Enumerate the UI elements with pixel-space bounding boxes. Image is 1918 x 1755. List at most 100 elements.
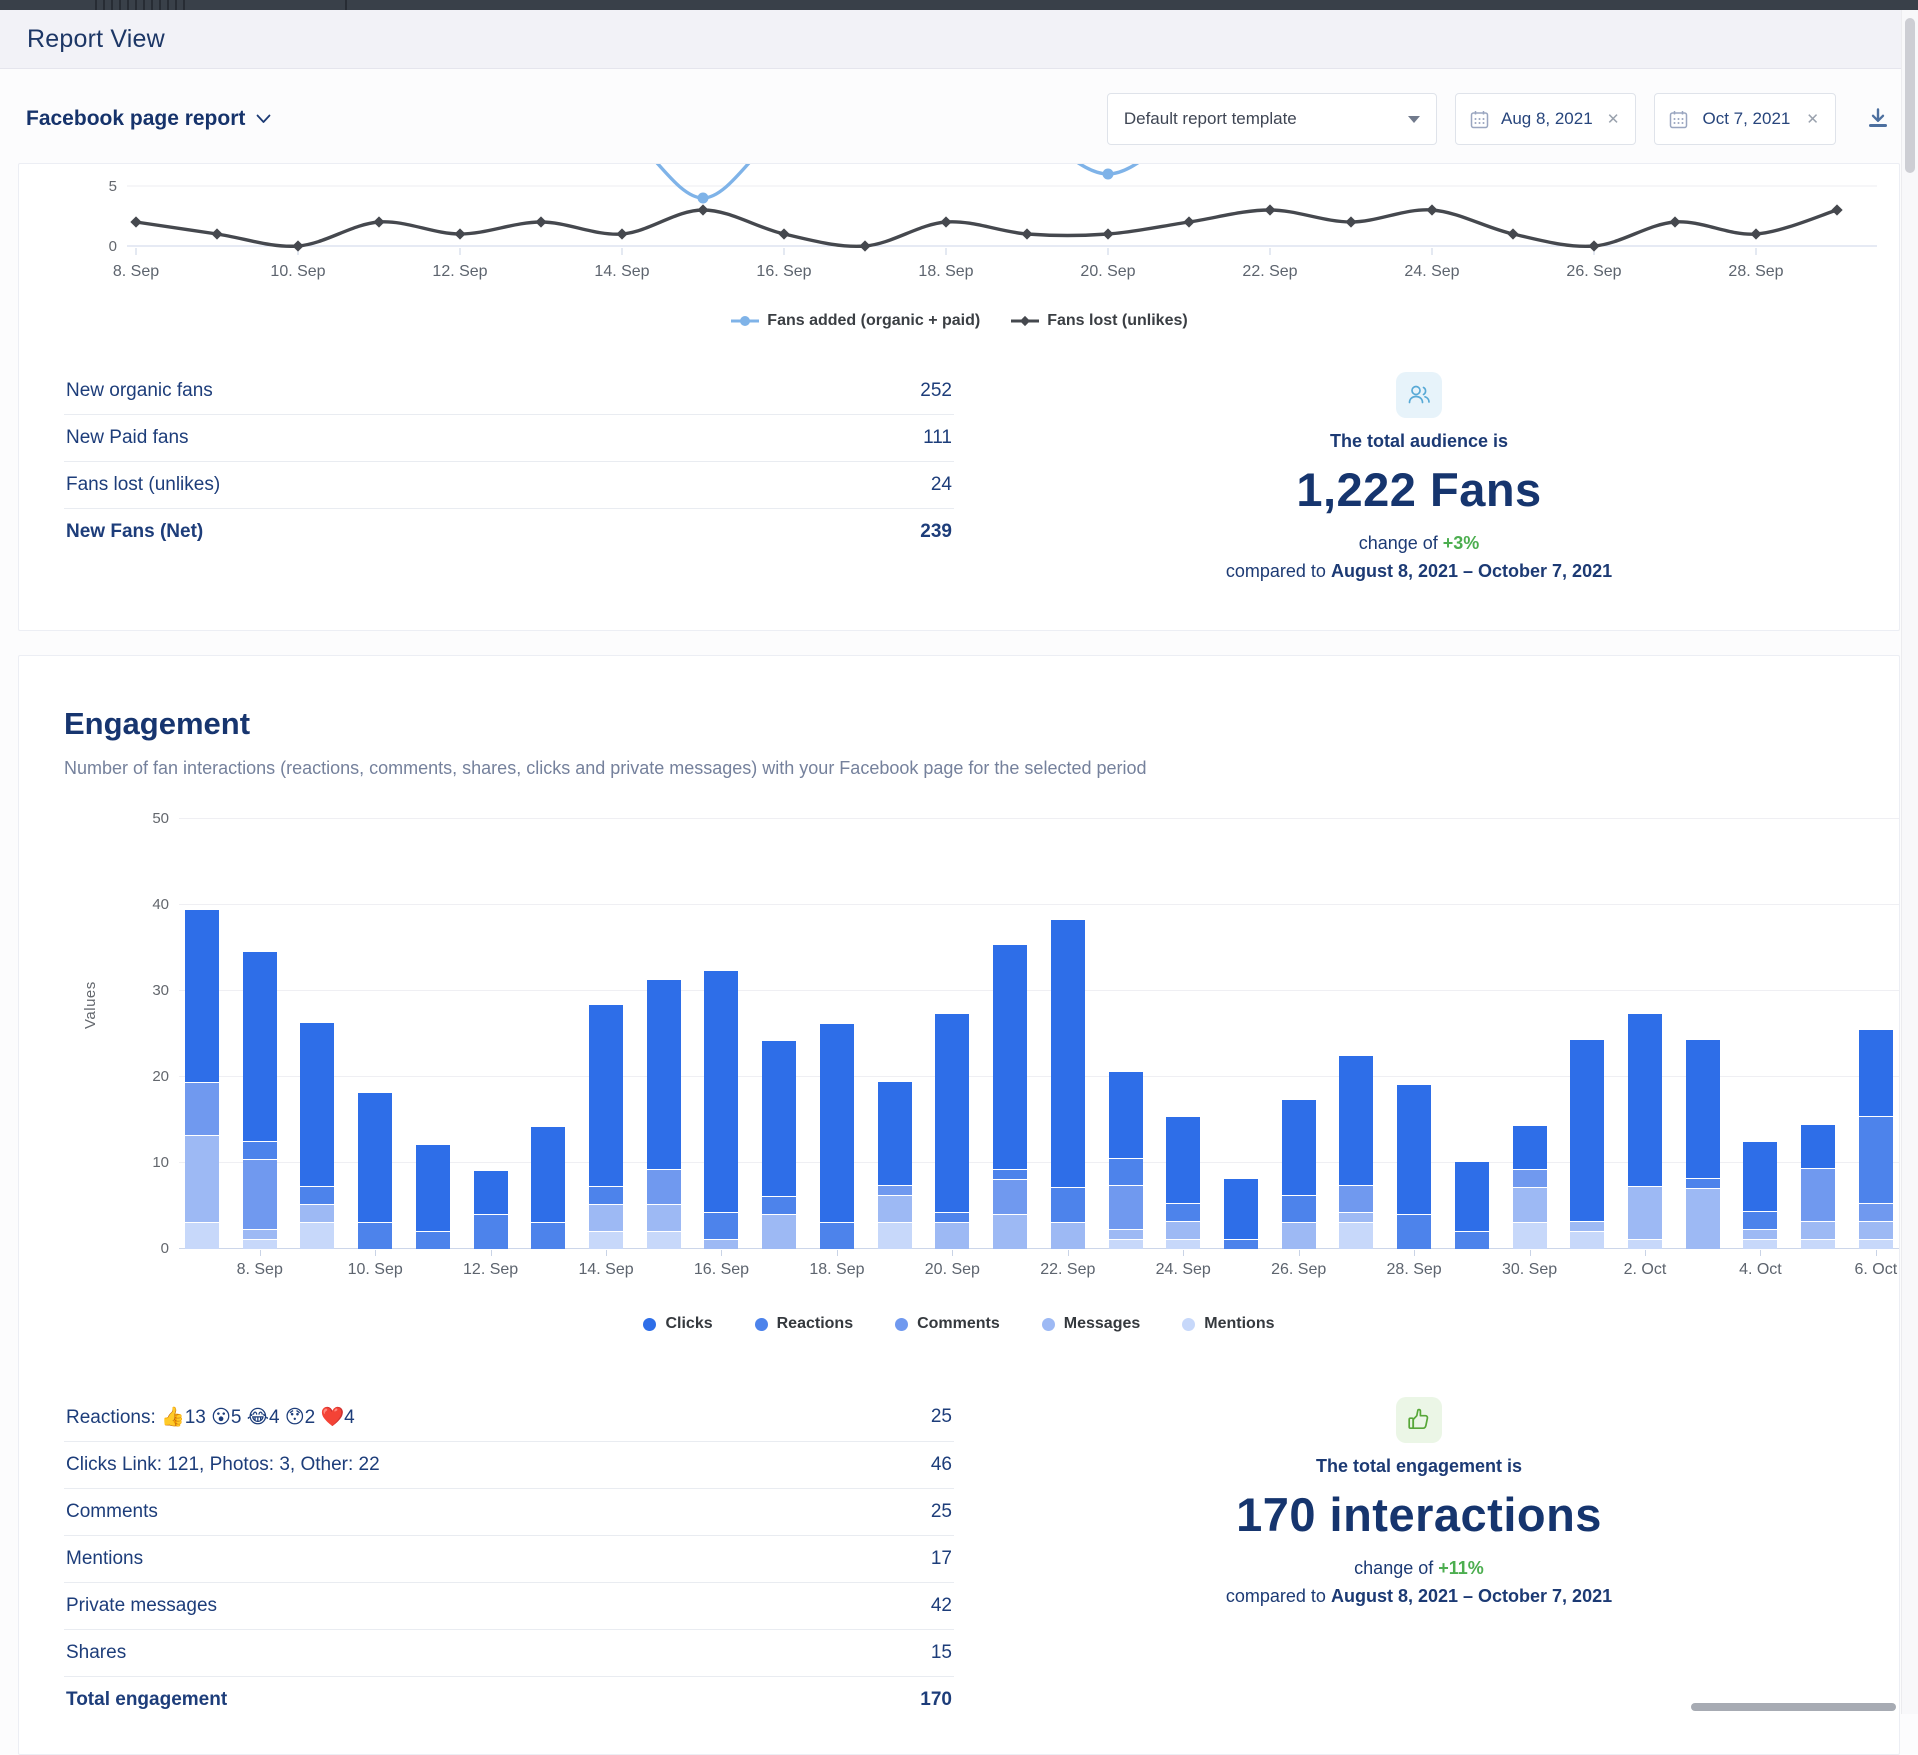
bar-segment-comments[interactable] bbox=[1859, 1203, 1893, 1221]
bar-segment-clicks[interactable] bbox=[474, 1171, 508, 1214]
bar-14-sep[interactable] bbox=[589, 819, 623, 1249]
bar-30-sep[interactable] bbox=[1513, 819, 1547, 1249]
bar-segment-messages[interactable] bbox=[704, 1239, 738, 1249]
bar-segment-reactions[interactable] bbox=[820, 1222, 854, 1249]
bar-5-oct[interactable] bbox=[1801, 819, 1835, 1249]
bar-segment-mentions[interactable] bbox=[1628, 1239, 1662, 1249]
bar-segment-comments[interactable] bbox=[647, 1169, 681, 1204]
bar-segment-mentions[interactable] bbox=[300, 1222, 334, 1249]
bar-segment-comments[interactable] bbox=[243, 1159, 277, 1229]
bar-25-sep[interactable] bbox=[1224, 819, 1258, 1249]
bar-segment-reactions[interactable] bbox=[416, 1231, 450, 1249]
bar-segment-comments[interactable] bbox=[1339, 1185, 1373, 1212]
bar-segment-reactions[interactable] bbox=[589, 1186, 623, 1204]
bar-segment-messages[interactable] bbox=[1628, 1186, 1662, 1239]
bar-segment-mentions[interactable] bbox=[1513, 1222, 1547, 1249]
bar-3-oct[interactable] bbox=[1686, 819, 1720, 1249]
bar-18-sep[interactable] bbox=[820, 819, 854, 1249]
bar-1-oct[interactable] bbox=[1570, 819, 1604, 1249]
bar-segment-messages[interactable] bbox=[993, 1214, 1027, 1249]
download-button[interactable] bbox=[1862, 102, 1894, 137]
bar-segment-clicks[interactable] bbox=[1051, 920, 1085, 1187]
bar-segment-clicks[interactable] bbox=[1455, 1162, 1489, 1231]
bar-7-sep[interactable] bbox=[185, 819, 219, 1249]
bar-segment-messages[interactable] bbox=[647, 1204, 681, 1231]
bar-segment-mentions[interactable] bbox=[647, 1231, 681, 1249]
bar-segment-reactions[interactable] bbox=[1109, 1158, 1143, 1185]
bar-segment-comments[interactable] bbox=[878, 1185, 912, 1195]
bar-4-oct[interactable] bbox=[1743, 819, 1777, 1249]
bar-segment-clicks[interactable] bbox=[1513, 1126, 1547, 1169]
bar-29-sep[interactable] bbox=[1455, 819, 1489, 1249]
bar-segment-messages[interactable] bbox=[300, 1204, 334, 1222]
bar-segment-clicks[interactable] bbox=[993, 945, 1027, 1169]
bar-6-oct[interactable] bbox=[1859, 819, 1893, 1249]
bar-segment-messages[interactable] bbox=[1570, 1221, 1604, 1231]
legend-item-fans-added-organic-paid[interactable]: Fans added (organic + paid) bbox=[730, 312, 980, 330]
bar-segment-reactions[interactable] bbox=[1859, 1116, 1893, 1203]
bar-26-sep[interactable] bbox=[1282, 819, 1316, 1249]
bar-segment-reactions[interactable] bbox=[1282, 1195, 1316, 1222]
bar-segment-comments[interactable] bbox=[1513, 1169, 1547, 1187]
legend-item-mentions[interactable]: Mentions bbox=[1182, 1315, 1274, 1333]
bar-segment-comments[interactable] bbox=[185, 1082, 219, 1135]
bar-segment-clicks[interactable] bbox=[647, 980, 681, 1169]
bar-segment-messages[interactable] bbox=[1513, 1187, 1547, 1222]
bar-segment-messages[interactable] bbox=[185, 1135, 219, 1222]
bar-28-sep[interactable] bbox=[1397, 819, 1431, 1249]
bar-segment-messages[interactable] bbox=[935, 1222, 969, 1249]
bar-segment-clicks[interactable] bbox=[185, 910, 219, 1082]
bar-segment-messages[interactable] bbox=[1166, 1221, 1200, 1239]
bar-segment-reactions[interactable] bbox=[1455, 1231, 1489, 1249]
bar-22-sep[interactable] bbox=[1051, 819, 1085, 1249]
report-name-dropdown[interactable]: Facebook page report bbox=[26, 107, 271, 131]
bar-segment-reactions[interactable] bbox=[1224, 1239, 1258, 1249]
bar-segment-messages[interactable] bbox=[1801, 1221, 1835, 1239]
bar-segment-comments[interactable] bbox=[1109, 1185, 1143, 1229]
bar-9-sep[interactable] bbox=[300, 819, 334, 1249]
bar-12-sep[interactable] bbox=[474, 819, 508, 1249]
bar-segment-mentions[interactable] bbox=[589, 1231, 623, 1249]
bar-segment-reactions[interactable] bbox=[300, 1186, 334, 1204]
bar-segment-messages[interactable] bbox=[1339, 1212, 1373, 1222]
bar-segment-clicks[interactable] bbox=[762, 1041, 796, 1196]
date-from-input[interactable]: Aug 8, 2021 ✕ bbox=[1455, 93, 1637, 145]
fans-line-chart[interactable]: 508. Sep10. Sep12. Sep14. Sep16. Sep18. … bbox=[19, 164, 1899, 314]
bar-segment-reactions[interactable] bbox=[358, 1222, 392, 1249]
bar-19-sep[interactable] bbox=[878, 819, 912, 1249]
bar-20-sep[interactable] bbox=[935, 819, 969, 1249]
bar-segment-clicks[interactable] bbox=[1109, 1072, 1143, 1158]
bar-segment-messages[interactable] bbox=[1743, 1229, 1777, 1239]
vertical-scrollbar[interactable] bbox=[1901, 10, 1918, 1714]
bar-segment-clicks[interactable] bbox=[1801, 1125, 1835, 1168]
bar-segment-clicks[interactable] bbox=[1570, 1040, 1604, 1221]
bar-segment-reactions[interactable] bbox=[704, 1212, 738, 1239]
bar-segment-clicks[interactable] bbox=[416, 1145, 450, 1231]
bar-segment-messages[interactable] bbox=[1686, 1188, 1720, 1249]
clear-date-from-icon[interactable]: ✕ bbox=[1605, 110, 1622, 128]
bar-segment-messages[interactable] bbox=[1859, 1221, 1893, 1239]
horizontal-scrollbar-thumb[interactable] bbox=[1691, 1703, 1896, 1711]
bar-segment-messages[interactable] bbox=[589, 1204, 623, 1231]
bar-segment-reactions[interactable] bbox=[474, 1214, 508, 1249]
bar-segment-clicks[interactable] bbox=[878, 1082, 912, 1185]
bar-segment-reactions[interactable] bbox=[993, 1169, 1027, 1179]
bar-21-sep[interactable] bbox=[993, 819, 1027, 1249]
bar-segment-reactions[interactable] bbox=[531, 1222, 565, 1249]
bar-segment-reactions[interactable] bbox=[762, 1196, 796, 1214]
vertical-scrollbar-thumb[interactable] bbox=[1905, 18, 1915, 173]
bar-segment-mentions[interactable] bbox=[1339, 1222, 1373, 1249]
bar-segment-comments[interactable] bbox=[993, 1179, 1027, 1214]
bar-27-sep[interactable] bbox=[1339, 819, 1373, 1249]
bar-segment-clicks[interactable] bbox=[1686, 1040, 1720, 1178]
bar-segment-clicks[interactable] bbox=[1397, 1085, 1431, 1214]
bar-segment-reactions[interactable] bbox=[1743, 1211, 1777, 1229]
bar-segment-clicks[interactable] bbox=[1166, 1117, 1200, 1203]
bar-segment-clicks[interactable] bbox=[935, 1014, 969, 1212]
bar-segment-reactions[interactable] bbox=[1166, 1203, 1200, 1221]
bar-segment-clicks[interactable] bbox=[1339, 1056, 1373, 1185]
bar-segment-messages[interactable] bbox=[1282, 1222, 1316, 1249]
bar-segment-clicks[interactable] bbox=[1224, 1179, 1258, 1239]
bar-segment-mentions[interactable] bbox=[1859, 1239, 1893, 1249]
bar-segment-clicks[interactable] bbox=[704, 971, 738, 1212]
